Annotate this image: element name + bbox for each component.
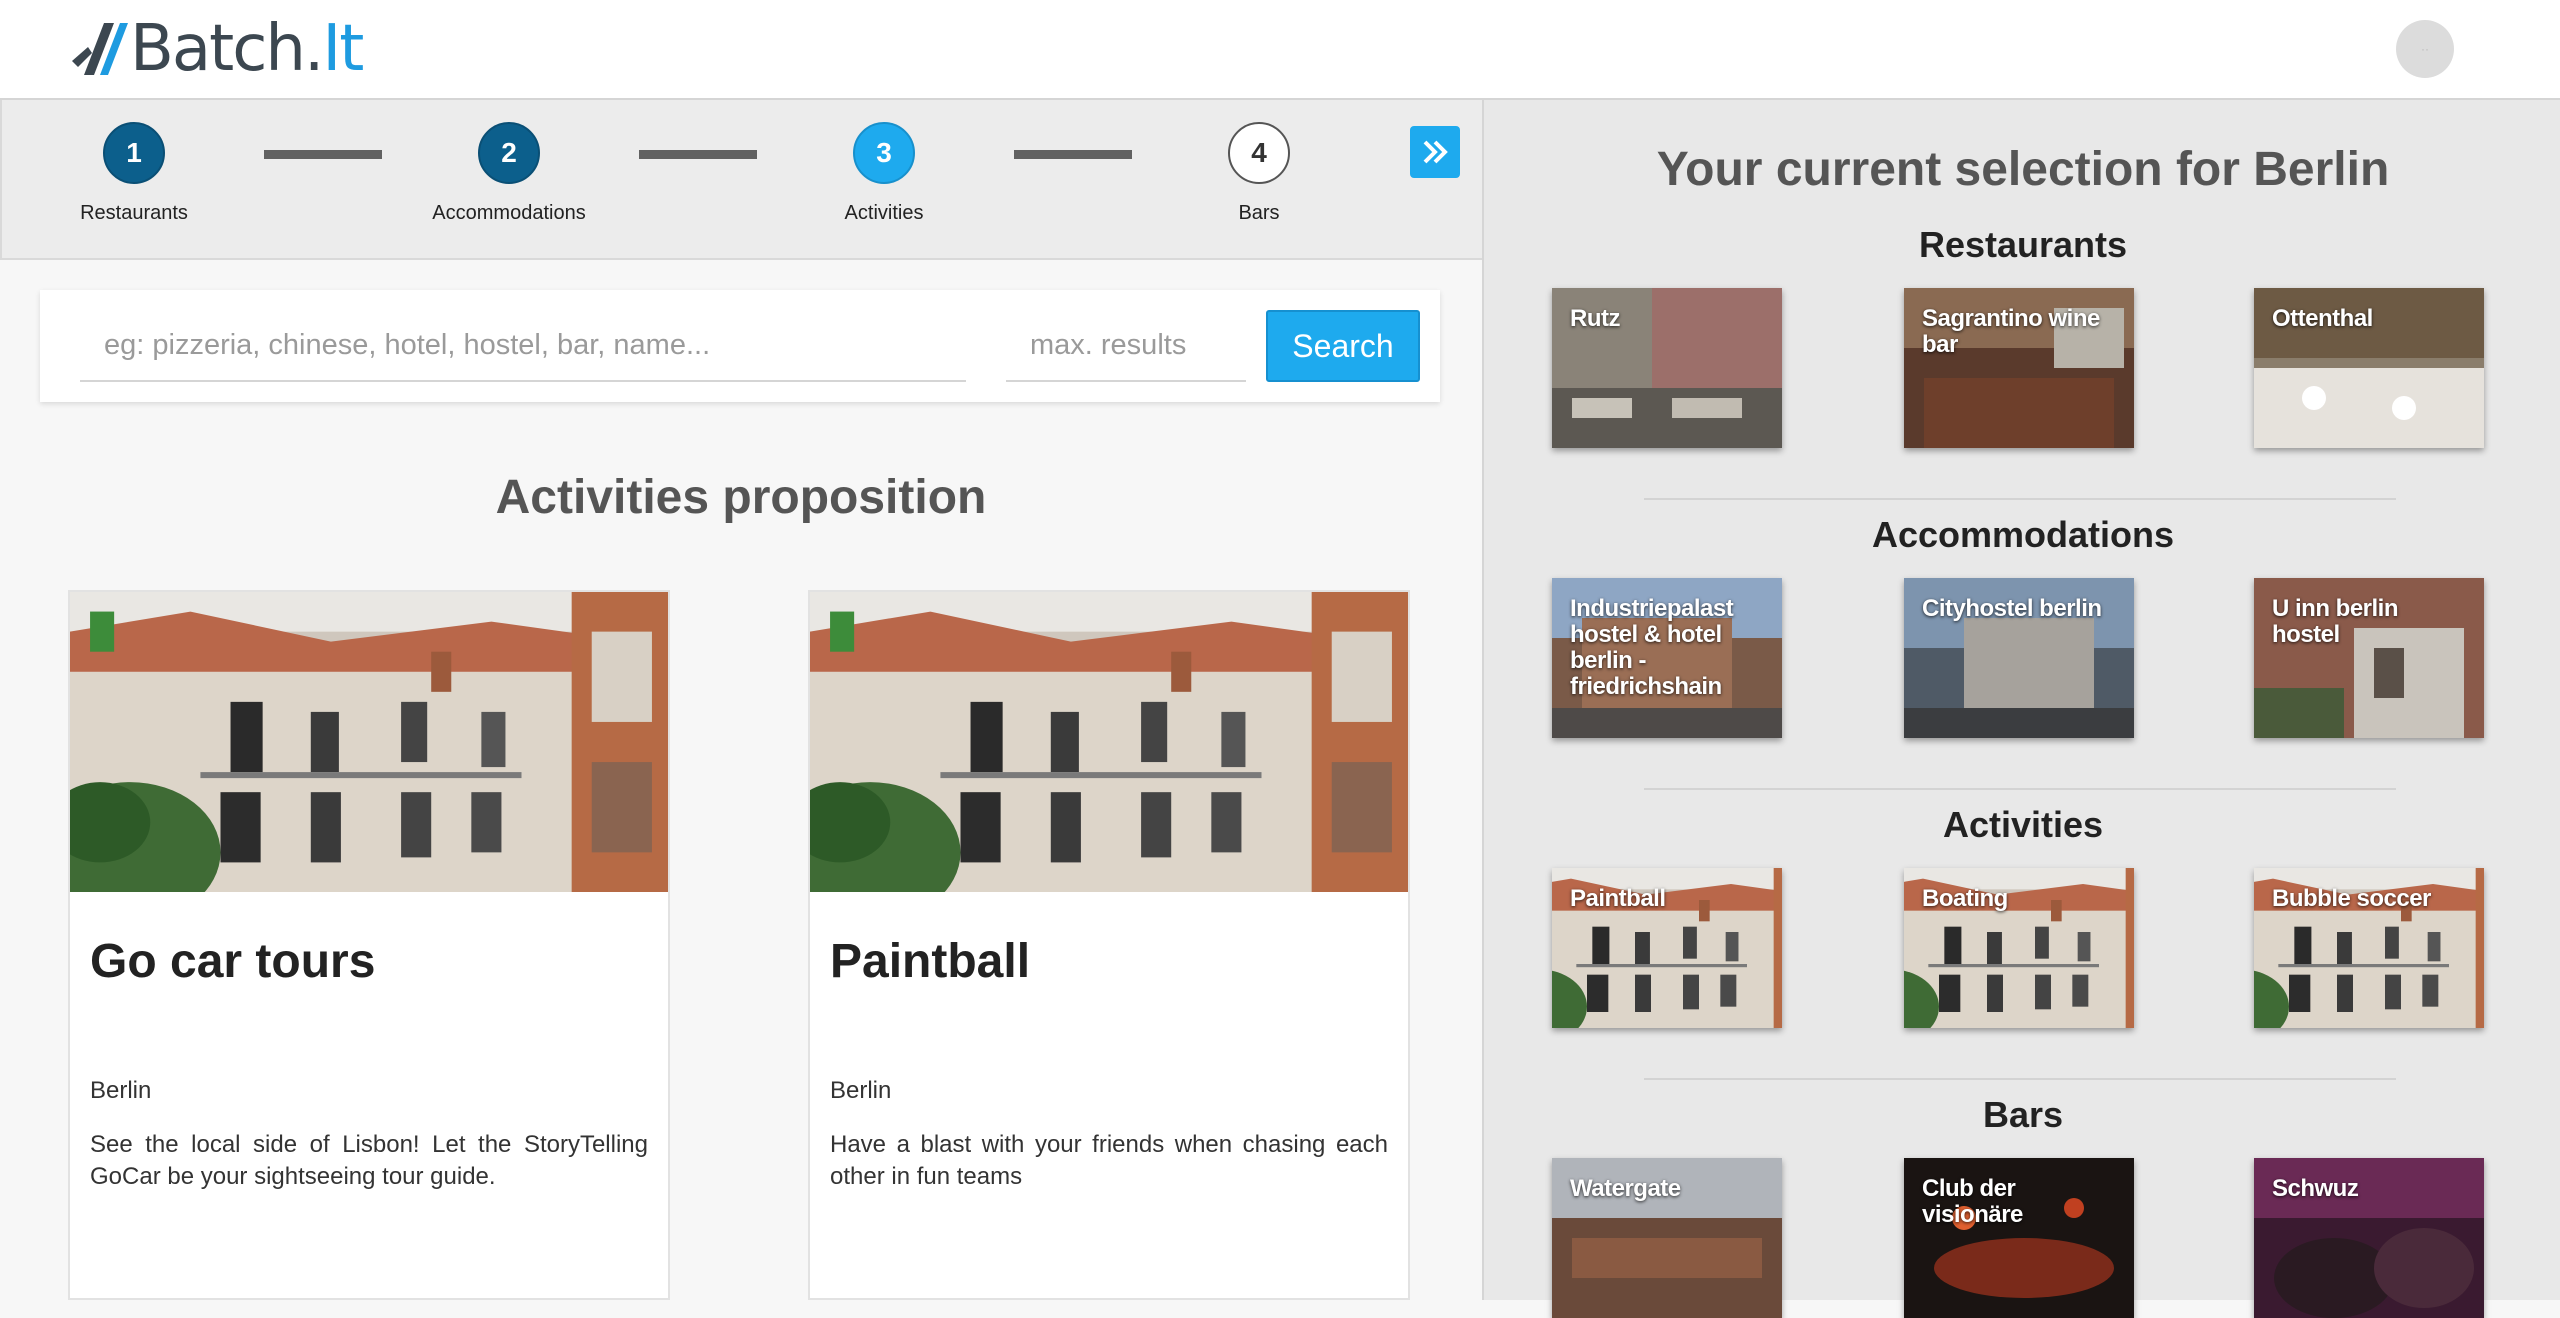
selection-item-label: Watergate xyxy=(1570,1175,1681,1202)
search-card: Search xyxy=(40,290,1440,402)
selection-item[interactable]: Club der visionäre xyxy=(1904,1158,2134,1318)
selection-item-label: Paintball xyxy=(1570,885,1666,912)
selection-item[interactable]: Cityhostel berlin xyxy=(1904,578,2134,738)
batchit-logo[interactable]: Batch.It xyxy=(70,12,364,86)
selection-item[interactable]: Schwuz xyxy=(2254,1158,2484,1318)
selection-item[interactable]: U inn berlin hostel xyxy=(2254,578,2484,738)
category-divider xyxy=(1644,788,2396,790)
selection-item-label: Sagrantino wine bar xyxy=(1922,305,2100,358)
logo-text: Batch.It xyxy=(130,12,364,86)
logo-slash-icon xyxy=(70,17,130,81)
selection-item[interactable]: Rutz xyxy=(1552,288,1782,448)
selection-item-label: Cityhostel berlin xyxy=(1922,595,2102,622)
activity-title: Go car tours xyxy=(90,935,376,988)
category-title-bars: Bars xyxy=(1982,1094,2064,1135)
selection-item-label: Ottenthal xyxy=(2272,305,2373,332)
step-number-2: 2 xyxy=(478,122,540,184)
selection-item-label: Bubble soccer xyxy=(2272,885,2431,912)
step-accommodations[interactable]: 2 Accommodations xyxy=(409,122,609,225)
selection-item[interactable]: Sagrantino wine bar xyxy=(1904,288,2134,448)
selection-item[interactable]: Industriepalast hostel & hotel berlin - … xyxy=(1552,578,1782,738)
category-title-restaurants: Restaurants xyxy=(1918,224,2128,265)
selection-item-label: Boating xyxy=(1922,885,2008,912)
step-activities[interactable]: 3 Activities xyxy=(784,122,984,225)
step-number-3: 3 xyxy=(853,122,915,184)
activity-card[interactable]: Paintball Berlin Have a blast with your … xyxy=(808,590,1410,1300)
selection-item[interactable]: Bubble soccer xyxy=(2254,868,2484,1028)
activity-title: Paintball xyxy=(830,935,1031,988)
activity-image xyxy=(810,592,1408,892)
step-progress: 1 Restaurants 2 Accommodations 3 Activit… xyxy=(0,100,1482,260)
top-navbar: Batch.It ·· xyxy=(0,0,2560,100)
activity-image xyxy=(70,592,668,892)
selection-item-label: U inn berlin hostel xyxy=(2272,595,2399,648)
category-divider xyxy=(1644,1078,2396,1080)
category-title-accommodations: Accommodations xyxy=(1871,514,2175,555)
step-connector xyxy=(1014,150,1132,159)
step-bars[interactable]: 4 Bars xyxy=(1159,122,1359,225)
step-label: Restaurants xyxy=(80,202,188,224)
step-label: Activities xyxy=(844,202,924,224)
activity-city: Berlin xyxy=(830,1077,892,1104)
selection-item[interactable]: Paintball xyxy=(1552,868,1782,1028)
logo-text-dark: Batch. xyxy=(130,12,324,86)
search-input[interactable] xyxy=(80,310,966,382)
activity-card[interactable]: Go car tours Berlin See the local side o… xyxy=(68,590,670,1300)
search-button[interactable]: Search xyxy=(1266,310,1420,382)
double-chevron-right-icon xyxy=(1423,140,1448,164)
max-results-input[interactable] xyxy=(1006,310,1246,382)
selection-item-label: Industriepalast hostel & hotel berlin - … xyxy=(1570,595,1734,700)
next-step-button[interactable] xyxy=(1410,126,1460,178)
category-divider xyxy=(1644,498,2396,500)
step-connector xyxy=(264,150,382,159)
left-panel: 1 Restaurants 2 Accommodations 3 Activit… xyxy=(0,100,1482,1300)
step-number-1: 1 xyxy=(103,122,165,184)
step-label: Accommodations xyxy=(432,202,586,224)
selection-item-label: Club der visionäre xyxy=(1922,1175,2023,1228)
step-label: Bars xyxy=(1238,202,1280,224)
proposition-title: Activities proposition xyxy=(495,471,987,524)
activity-description: Have a blast with your friends when chas… xyxy=(830,1131,1388,1190)
selection-item-label: Schwuz xyxy=(2272,1175,2359,1202)
activity-description: See the local side of Lisbon! Let the St… xyxy=(90,1131,648,1190)
logo-text-blue: It xyxy=(322,12,364,86)
selection-title: Your current selection for Berlin xyxy=(1656,143,2390,196)
step-connector xyxy=(639,150,757,159)
category-title-activities: Activities xyxy=(1942,804,2104,845)
step-number-4: 4 xyxy=(1228,122,1290,184)
selection-item[interactable]: Boating xyxy=(1904,868,2134,1028)
selection-panel: Your current selection for Berlin Restau… xyxy=(1482,100,2560,1318)
selection-item[interactable]: Ottenthal xyxy=(2254,288,2484,448)
user-avatar[interactable]: ·· xyxy=(2396,20,2454,78)
selection-item-label: Rutz xyxy=(1570,305,1620,332)
step-restaurants[interactable]: 1 Restaurants xyxy=(34,122,234,225)
activity-city: Berlin xyxy=(90,1077,152,1104)
selection-item[interactable]: Watergate xyxy=(1552,1158,1782,1318)
